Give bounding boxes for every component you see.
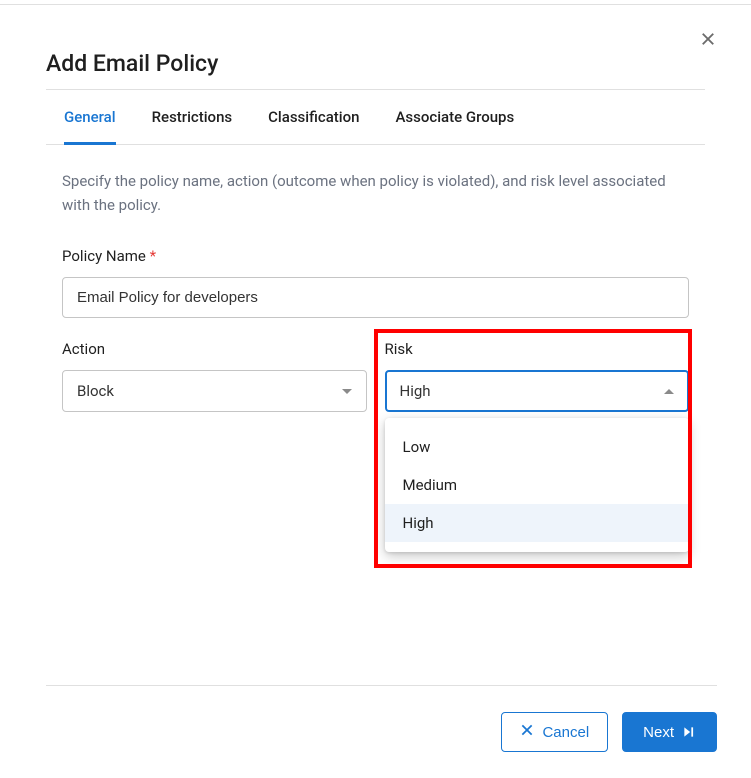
tab-restrictions[interactable]: Restrictions xyxy=(152,108,233,145)
chevron-up-icon xyxy=(664,389,674,394)
cancel-button[interactable]: Cancel xyxy=(501,712,608,752)
action-select[interactable]: Block xyxy=(62,370,367,412)
tabs: General Restrictions Classification Asso… xyxy=(46,90,705,145)
dialog-title: Add Email Policy xyxy=(46,50,705,77)
tab-classification[interactable]: Classification xyxy=(268,108,359,145)
risk-select[interactable]: High xyxy=(385,370,690,412)
cancel-button-label: Cancel xyxy=(542,724,589,741)
risk-select-value: High xyxy=(400,382,431,400)
close-icon xyxy=(520,723,534,741)
required-asterisk: * xyxy=(150,247,156,265)
tab-general[interactable]: General xyxy=(64,108,116,145)
play-forward-icon xyxy=(682,725,696,739)
next-button[interactable]: Next xyxy=(622,712,717,752)
risk-label: Risk xyxy=(385,340,690,358)
action-select-value: Block xyxy=(77,382,114,400)
chevron-down-icon xyxy=(342,389,352,394)
risk-dropdown-menu: Low Medium High xyxy=(385,418,690,552)
tab-associate-groups[interactable]: Associate Groups xyxy=(395,108,514,145)
close-button[interactable] xyxy=(699,30,717,52)
dialog-footer: Cancel Next xyxy=(46,685,717,778)
policy-name-label: Policy Name * xyxy=(62,247,689,265)
next-button-label: Next xyxy=(643,724,674,741)
risk-option-high[interactable]: High xyxy=(385,504,690,542)
policy-name-label-text: Policy Name xyxy=(62,247,146,265)
risk-option-medium[interactable]: Medium xyxy=(385,466,690,504)
description-text: Specify the policy name, action (outcome… xyxy=(62,169,689,217)
close-icon xyxy=(699,33,717,52)
policy-name-input[interactable] xyxy=(62,277,689,318)
action-label: Action xyxy=(62,340,367,358)
add-email-policy-dialog: Add Email Policy General Restrictions Cl… xyxy=(0,0,751,412)
risk-option-low[interactable]: Low xyxy=(385,428,690,466)
tab-content-general: Specify the policy name, action (outcome… xyxy=(46,145,705,412)
